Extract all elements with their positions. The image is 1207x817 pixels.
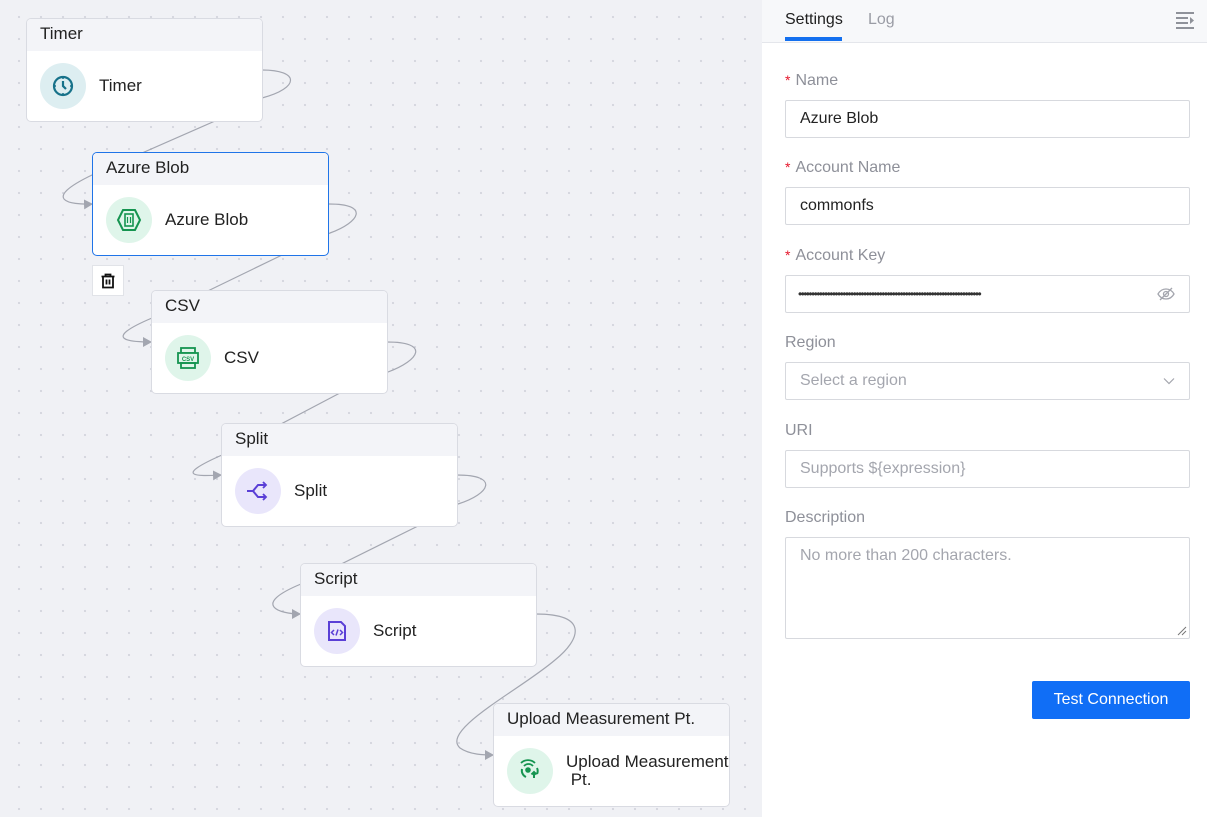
azure-blob-icon	[106, 197, 152, 243]
node-label: Timer	[99, 76, 142, 95]
node-header: Split	[222, 424, 457, 456]
panel-tabs: Settings Log	[762, 0, 1207, 43]
test-connection-button[interactable]: Test Connection	[1032, 681, 1190, 719]
chevron-down-icon	[1163, 378, 1175, 385]
region-select[interactable]: Select a region	[785, 362, 1190, 400]
delete-node-button[interactable]	[92, 265, 124, 296]
settings-panel: Settings Log * Name Azure Blob * Account N…	[762, 0, 1207, 817]
description-label: Description	[785, 509, 866, 526]
node-script[interactable]: Script Script	[300, 563, 537, 667]
node-label-line2: Pt.	[566, 770, 592, 789]
split-icon	[235, 468, 281, 514]
node-label-line1: Upload Measurement	[566, 752, 729, 771]
node-csv[interactable]: CSV CSV CSV	[151, 290, 388, 394]
resize-handle-icon[interactable]	[1177, 626, 1187, 636]
csv-icon: CSV	[165, 335, 211, 381]
script-icon	[314, 608, 360, 654]
region-placeholder: Select a region	[800, 372, 907, 389]
tab-settings[interactable]: Settings	[785, 11, 843, 29]
node-azure-blob[interactable]: Azure Blob Azure Blob	[92, 152, 329, 256]
node-split[interactable]: Split Split	[221, 423, 458, 527]
node-header: Upload Measurement Pt.	[494, 704, 729, 736]
node-label: Split	[294, 481, 328, 500]
node-header: Azure Blob	[93, 153, 328, 185]
node-label: Azure Blob	[165, 210, 249, 229]
account-name-label: * Account Name	[785, 159, 901, 176]
account-key-label: * Account Key	[785, 247, 886, 264]
flow-canvas[interactable]: Timer Timer Azure Blob Azure Blob CSV CS…	[0, 0, 762, 817]
node-upload-measurement[interactable]: Upload Measurement Pt. Upload Measuremen…	[493, 703, 730, 807]
active-tab-indicator	[785, 37, 842, 41]
node-label: Upload Measurement Pt.	[566, 753, 729, 789]
upload-measurement-icon	[507, 748, 553, 794]
name-input[interactable]: Azure Blob	[785, 100, 1190, 138]
name-label: * Name	[785, 72, 839, 89]
description-textarea[interactable]: No more than 200 characters.	[785, 537, 1190, 639]
node-header: Timer	[27, 19, 262, 51]
tab-log[interactable]: Log	[868, 11, 895, 29]
collapse-panel-icon[interactable]	[1175, 11, 1195, 29]
uri-label: URI	[785, 422, 813, 439]
account-key-value: ••••••••••••••••••••••••••••••••••••••••…	[798, 287, 982, 301]
node-timer[interactable]: Timer Timer	[26, 18, 263, 122]
flow-edges	[62, 69, 576, 760]
svg-text:CSV: CSV	[182, 357, 194, 363]
node-header: CSV	[152, 291, 387, 323]
description-placeholder: No more than 200 characters.	[800, 547, 1012, 564]
node-label: CSV	[224, 348, 259, 367]
node-header: Script	[301, 564, 536, 596]
hide-password-icon[interactable]	[1157, 286, 1175, 302]
account-name-input[interactable]: commonfs	[785, 187, 1190, 225]
node-label: Script	[373, 621, 417, 640]
account-key-input[interactable]: ••••••••••••••••••••••••••••••••••••••••…	[785, 275, 1190, 313]
clock-icon	[40, 63, 86, 109]
region-label: Region	[785, 334, 836, 351]
trash-icon	[101, 273, 115, 288]
uri-input[interactable]: Supports ${expression}	[785, 450, 1190, 488]
